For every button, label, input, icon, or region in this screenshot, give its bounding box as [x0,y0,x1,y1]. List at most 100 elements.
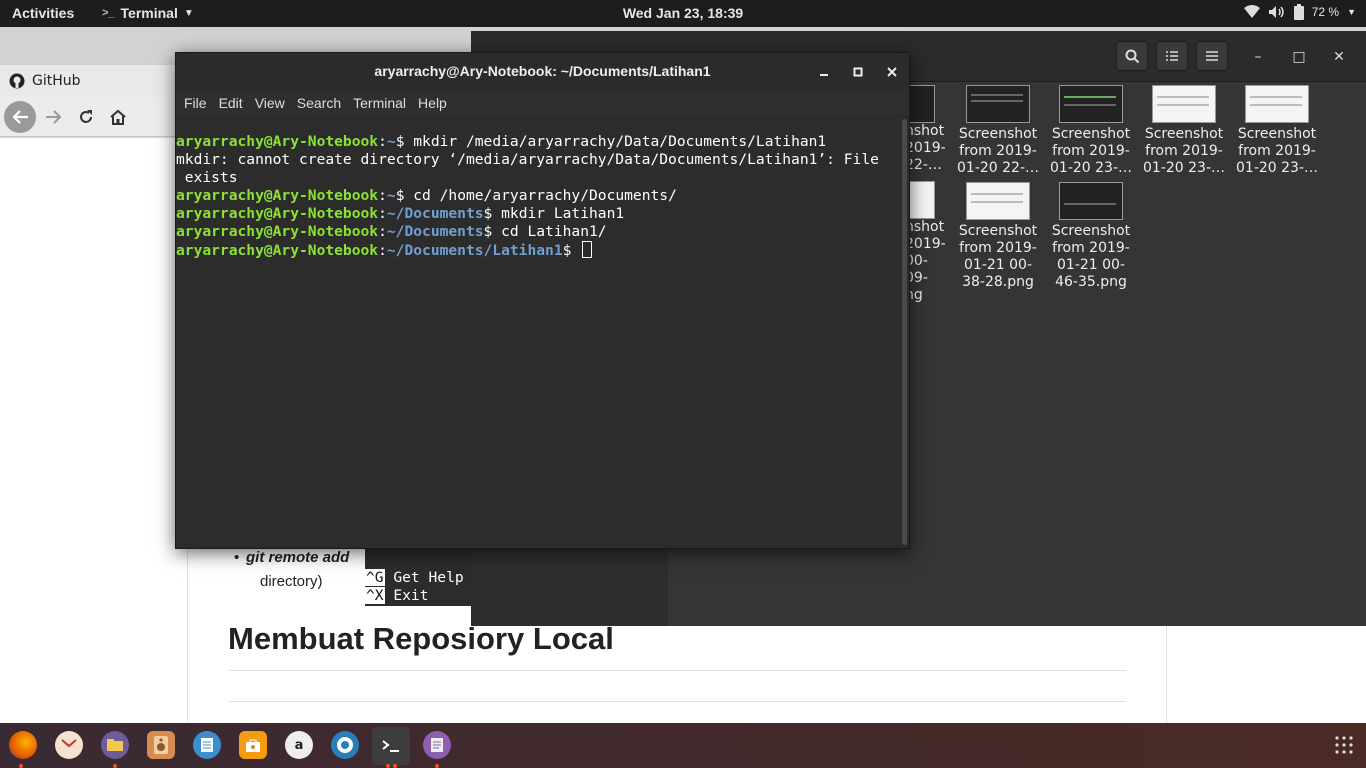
file-label: Screenshot from 2019-01-20 22-… [957,126,1039,176]
thumbnail [1059,182,1123,220]
close-button[interactable]: ✕ [1327,45,1351,69]
list-view-button[interactable] [1156,41,1188,71]
hamburger-icon [1206,51,1218,61]
document-glyph [201,738,213,752]
menu-file[interactable]: File [184,95,207,111]
reload-button[interactable] [70,101,102,133]
amazon-icon[interactable]: a [285,731,313,759]
file-label: Screenshot from 2019-01-20 23-… [1236,126,1318,176]
reload-icon [80,110,92,123]
terminal-minimize-button[interactable] [812,60,836,84]
activities-button[interactable]: Activities [12,5,74,21]
wifi-icon [1243,5,1260,18]
menu-help[interactable]: Help [418,95,447,111]
app-menu[interactable]: >_ Terminal ▼ [102,5,194,21]
lifebuoy-glyph [337,737,353,753]
file-item[interactable]: Screenshot from 2019-01-21 00-46-35.png [1046,182,1136,291]
terminal-line: aryarrachy@Ary-Notebook:~/Documents$ mkd… [176,205,625,222]
prompt-glyph [382,740,399,752]
menu-search[interactable]: Search [297,95,341,111]
bullet-continuation: directory) [260,573,323,590]
software-icon[interactable] [239,731,267,759]
nano-label: Get Help [384,569,464,586]
running-indicator [19,764,23,768]
nano-key: ^G [365,569,385,586]
maximize-button[interactable]: □ [1287,45,1311,69]
list-item: • git remote add directory) [234,549,349,590]
mail-icon[interactable] [55,731,83,759]
help-icon[interactable] [331,731,359,759]
terminal-window[interactable]: aryarrachy@Ary-Notebook: ~/Documents/Lat… [175,52,910,549]
close-icon: ✕ [1333,49,1345,65]
volume-icon [1268,6,1284,18]
folder-glyph [107,739,123,751]
clock[interactable]: Wed Jan 23, 18:39 [623,5,743,21]
github-icon [9,73,25,89]
thumbnail [1059,85,1123,123]
file-item[interactable]: Screenshot from 2019-01-20 23-… [1046,85,1136,177]
file-item-partial[interactable]: nshot 2019- 22-… [905,85,946,174]
notes-icon[interactable] [423,731,451,759]
file-item[interactable]: Screenshot from 2019-01-20 23-… [1232,85,1322,177]
close-icon [887,67,897,77]
running-indicator [393,764,397,768]
show-applications-button[interactable] [1330,731,1358,759]
arrow-right-icon [46,110,62,124]
menu-view[interactable]: View [255,95,285,111]
terminal-icon[interactable] [372,727,410,765]
home-button[interactable] [102,101,134,133]
thumbnail [966,182,1030,220]
menu-button[interactable] [1196,41,1228,71]
tab-github[interactable]: GitHub [0,65,180,97]
divider [228,670,1126,671]
mail-glyph [61,739,77,748]
terminal-menubar: File Edit View Search Terminal Help [176,90,909,115]
page-heading: Membuat Reposiory Local [228,621,614,656]
bullet-dot: • [234,549,240,566]
thumbnail [966,85,1030,123]
music-icon[interactable] [147,731,175,759]
thumbnail [1152,85,1216,123]
top-bar: Activities >_ Terminal ▼ Wed Jan 23, 18:… [0,0,1366,27]
chevron-down-icon: ▼ [183,7,194,19]
app-menu-label: Terminal [120,5,178,21]
tab-label: GitHub [32,73,81,89]
menu-terminal[interactable]: Terminal [353,95,406,111]
cursor [582,241,593,258]
search-button[interactable] [1116,41,1148,71]
battery-icon [1293,4,1304,20]
file-item[interactable]: Screenshot from 2019-01-21 00-38-28.png [953,182,1043,291]
list-view-icon [1166,51,1178,61]
arrow-left-icon [12,110,28,124]
terminal-output[interactable]: aryarrachy@Ary-Notebook:~$ mkdir /media/… [176,115,901,548]
file-item[interactable]: Screenshot from 2019-01-20 22-… [953,85,1043,177]
terminal-close-button[interactable] [880,60,904,84]
file-label: nshot 2019- 22-… [905,123,946,173]
firefox-icon[interactable] [9,731,37,759]
files-icon[interactable] [101,731,129,759]
terminal-line: aryarrachy@Ary-Notebook:~$ cd /home/arya… [176,187,677,204]
running-indicator [386,764,390,768]
file-item-partial[interactable]: nshot 2019- 00-09- ng [905,181,946,304]
running-indicator [435,764,439,768]
maximize-icon: □ [1292,49,1306,65]
system-tray[interactable]: 72 % ▼ [1243,4,1356,20]
minimize-icon: – [1254,49,1262,65]
forward-button[interactable] [38,101,70,133]
terminal-maximize-button[interactable] [846,60,870,84]
text-editor-icon[interactable] [193,731,221,759]
power-menu-icon: ▼ [1347,7,1356,17]
menu-edit[interactable]: Edit [219,95,243,111]
file-label: Screenshot from 2019-01-20 23-… [1143,126,1225,176]
divider [228,701,1126,702]
nano-exit-row: ^X Exit [365,587,429,604]
file-label: Screenshot from 2019-01-21 00-38-28.png [958,223,1038,290]
back-button[interactable] [4,101,36,133]
minimize-button[interactable]: – [1246,45,1270,69]
file-item[interactable]: Screenshot from 2019-01-20 23-… [1139,85,1229,177]
terminal-line: exists [176,169,238,186]
terminal-scrollbar[interactable] [902,119,907,545]
maximize-icon [853,67,863,77]
file-label: Screenshot from 2019-01-21 00-46-35.png [1051,223,1131,290]
notepad-glyph [431,738,443,752]
